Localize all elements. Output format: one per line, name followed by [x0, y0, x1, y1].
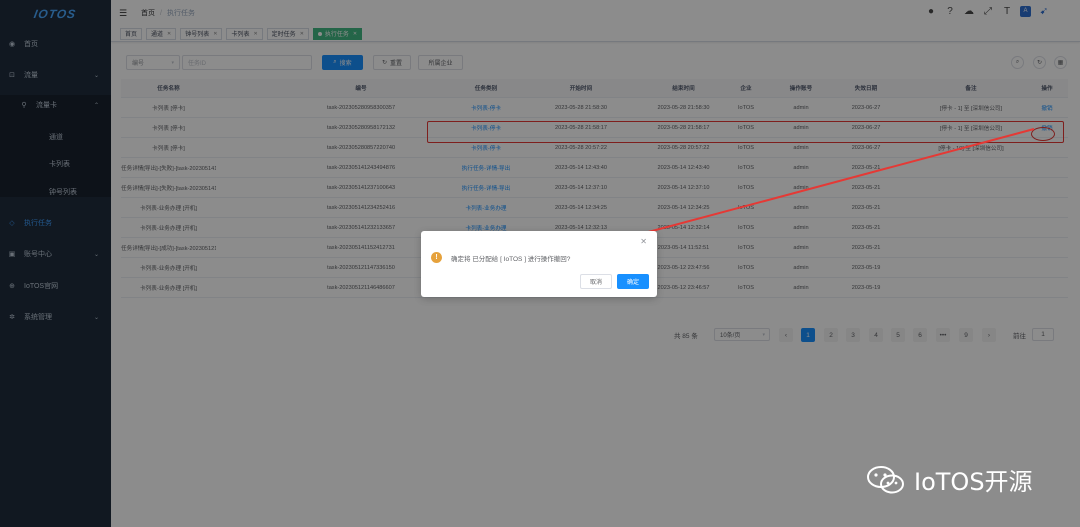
button-label: 确定: [626, 280, 639, 286]
dialog-message: 确定将 已分配给 [ IoTOS ] 进行操作撤回?: [451, 256, 571, 263]
button-label: 取消: [589, 280, 602, 286]
watermark-text: IoTOS开源: [914, 468, 1033, 496]
cancel-button[interactable]: 取消: [580, 274, 612, 289]
wechat-icon: [867, 465, 904, 493]
warning-icon: !: [431, 252, 442, 263]
close-icon[interactable]: ✕: [640, 237, 647, 246]
confirm-button[interactable]: 确定: [617, 274, 649, 289]
confirm-dialog: ✕ ! 确定将 已分配给 [ IoTOS ] 进行操作撤回? 取消 确定: [421, 231, 657, 297]
watermark: IoTOS开源: [866, 462, 1033, 497]
